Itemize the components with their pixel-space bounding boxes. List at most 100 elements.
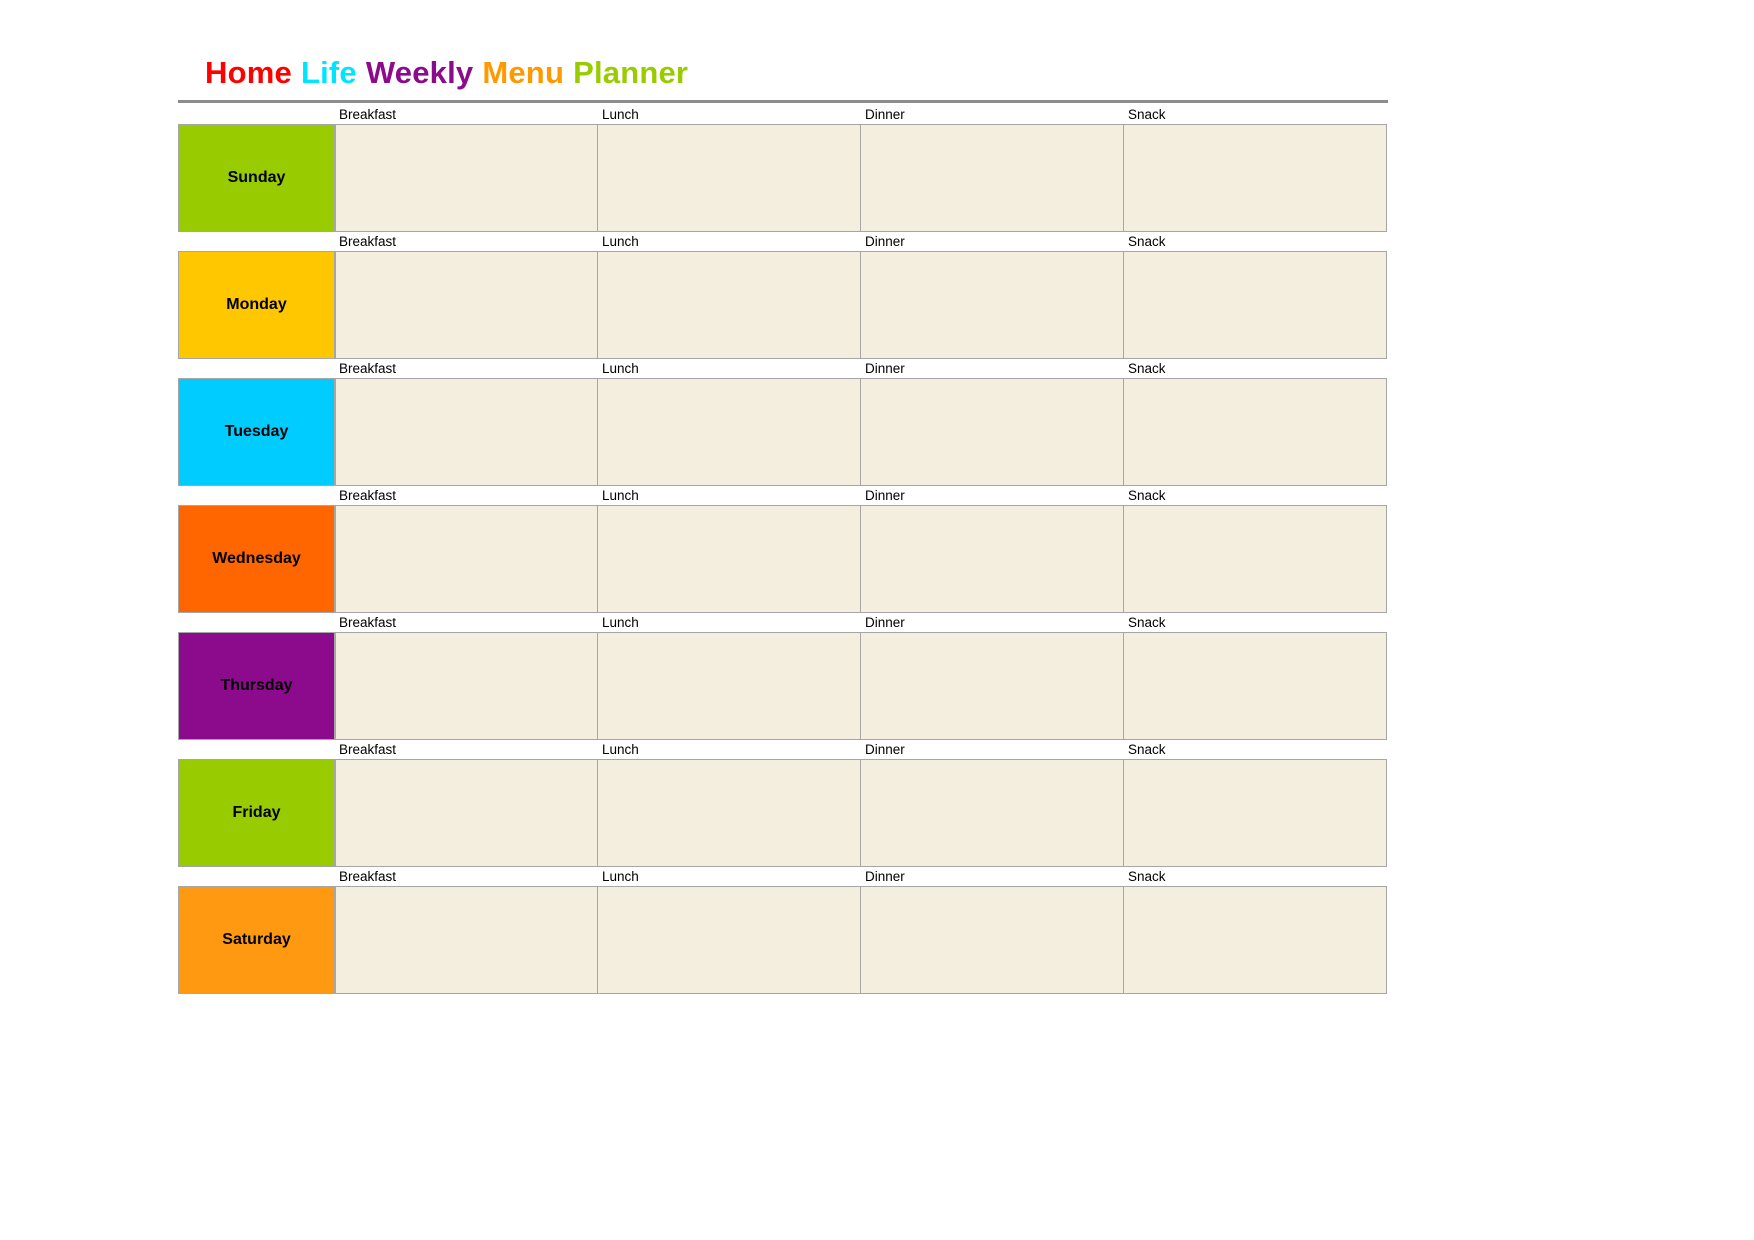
meal-cell-monday-lunch[interactable] [598,251,861,359]
column-header-snack: Snack [1128,869,1166,884]
meal-cell-tuesday-breakfast[interactable] [335,378,598,486]
meal-cell-wednesday-dinner[interactable] [861,505,1124,613]
meal-header-row: Breakfast Lunch Dinner Snack [178,486,1388,505]
column-header-lunch: Lunch [602,742,639,757]
meal-cell-wednesday-breakfast[interactable] [335,505,598,613]
column-header-dinner: Dinner [865,615,905,630]
meal-cell-monday-snack[interactable] [1124,251,1387,359]
column-header-lunch: Lunch [602,234,639,249]
day-block-saturday: Breakfast Lunch Dinner Snack Saturday [178,867,1388,994]
menu-planner-page: Home Life Weekly Menu Planner Breakfast Lunch… [0,0,1754,1240]
day-block-thursday: Breakfast Lunch Dinner Snack Thursday [178,613,1388,740]
column-header-lunch: Lunch [602,361,639,376]
title-divider [178,100,1388,103]
day-label-sunday: Sunday [178,124,335,232]
meal-cell-friday-dinner[interactable] [861,759,1124,867]
meal-cell-monday-dinner[interactable] [861,251,1124,359]
day-label-monday: Monday [178,251,335,359]
column-header-dinner: Dinner [865,742,905,757]
meal-cell-sunday-dinner[interactable] [861,124,1124,232]
column-header-lunch: Lunch [602,615,639,630]
column-header-lunch: Lunch [602,488,639,503]
column-header-dinner: Dinner [865,234,905,249]
meal-cell-saturday-breakfast[interactable] [335,886,598,994]
day-block-friday: Breakfast Lunch Dinner Snack Friday [178,740,1388,867]
column-header-snack: Snack [1128,107,1166,122]
title-word-planner: Planner [573,55,689,90]
meal-header-row: Breakfast Lunch Dinner Snack [178,740,1388,759]
meal-cell-sunday-snack[interactable] [1124,124,1387,232]
meal-cell-friday-breakfast[interactable] [335,759,598,867]
column-header-dinner: Dinner [865,361,905,376]
meal-cell-friday-snack[interactable] [1124,759,1387,867]
day-label-saturday: Saturday [178,886,335,994]
meal-header-row: Breakfast Lunch Dinner Snack [178,232,1388,251]
column-header-lunch: Lunch [602,107,639,122]
column-header-snack: Snack [1128,234,1166,249]
meal-cell-saturday-snack[interactable] [1124,886,1387,994]
meal-cell-tuesday-dinner[interactable] [861,378,1124,486]
title-word-life: Life [300,55,357,90]
meal-cell-monday-breakfast[interactable] [335,251,598,359]
day-block-monday: Breakfast Lunch Dinner Snack Monday [178,232,1388,359]
day-block-sunday: Breakfast Lunch Dinner Snack Sunday [178,105,1388,232]
meal-cell-thursday-breakfast[interactable] [335,632,598,740]
meal-cell-wednesday-snack[interactable] [1124,505,1387,613]
meal-cell-thursday-dinner[interactable] [861,632,1124,740]
meal-cell-saturday-lunch[interactable] [598,886,861,994]
weekly-planner-table: Breakfast Lunch Dinner Snack Sunday Breakfast… [178,105,1388,994]
day-block-wednesday: Breakfast Lunch Dinner Snack Wednesday [178,486,1388,613]
meal-cell-sunday-lunch[interactable] [598,124,861,232]
column-header-snack: Snack [1128,615,1166,630]
table-row: Monday [178,251,1388,359]
column-header-breakfast: Breakfast [339,234,397,249]
meal-cell-friday-lunch[interactable] [598,759,861,867]
day-block-tuesday: Breakfast Lunch Dinner Snack Tuesday [178,359,1388,486]
column-header-snack: Snack [1128,742,1166,757]
meal-cell-sunday-breakfast[interactable] [335,124,598,232]
meal-cell-thursday-lunch[interactable] [598,632,861,740]
meal-header-spacer [178,486,335,505]
column-header-dinner: Dinner [865,107,905,122]
column-header-lunch: Lunch [602,869,639,884]
column-header-snack: Snack [1128,488,1166,503]
table-row: Thursday [178,632,1388,740]
column-header-breakfast: Breakfast [339,488,397,503]
meal-header-row: Breakfast Lunch Dinner Snack [178,359,1388,378]
meal-cell-wednesday-lunch[interactable] [598,505,861,613]
title-word-home: Home [205,55,292,90]
meal-cell-thursday-snack[interactable] [1124,632,1387,740]
meal-header-row: Breakfast Lunch Dinner Snack [178,613,1388,632]
table-row: Wednesday [178,505,1388,613]
column-header-breakfast: Breakfast [339,742,397,757]
meal-header-row: Breakfast Lunch Dinner Snack [178,105,1388,124]
meal-cell-tuesday-snack[interactable] [1124,378,1387,486]
meal-cell-saturday-dinner[interactable] [861,886,1124,994]
meal-header-spacer [178,613,335,632]
page-title: Home Life Weekly Menu Planner [205,57,688,88]
meal-cell-tuesday-lunch[interactable] [598,378,861,486]
table-row: Friday [178,759,1388,867]
title-word-weekly: Weekly [365,55,474,90]
meal-header-row: Breakfast Lunch Dinner Snack [178,867,1388,886]
column-header-breakfast: Breakfast [339,615,397,630]
column-header-breakfast: Breakfast [339,361,397,376]
column-header-breakfast: Breakfast [339,107,397,122]
day-label-wednesday: Wednesday [178,505,335,613]
table-row: Saturday [178,886,1388,994]
meal-header-spacer [178,232,335,251]
column-header-breakfast: Breakfast [339,869,397,884]
meal-header-spacer [178,867,335,886]
day-label-tuesday: Tuesday [178,378,335,486]
column-header-dinner: Dinner [865,488,905,503]
meal-header-spacer [178,359,335,378]
title-word-menu: Menu [482,55,565,90]
column-header-snack: Snack [1128,361,1166,376]
day-label-thursday: Thursday [178,632,335,740]
day-label-friday: Friday [178,759,335,867]
column-header-dinner: Dinner [865,869,905,884]
table-row: Tuesday [178,378,1388,486]
meal-header-spacer [178,105,335,124]
meal-header-spacer [178,740,335,759]
table-row: Sunday [178,124,1388,232]
